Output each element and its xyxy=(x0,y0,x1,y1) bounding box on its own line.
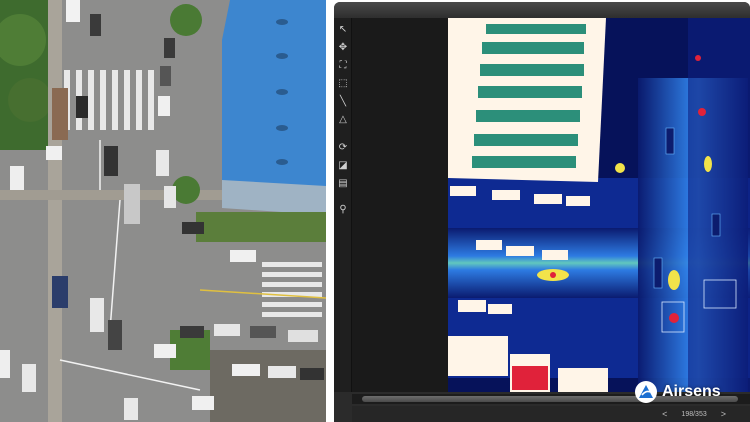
palette-icon[interactable]: ◪ xyxy=(336,158,350,172)
line-measure-icon[interactable]: ╲ xyxy=(336,94,350,108)
aerial-rgb-image xyxy=(0,0,326,422)
brand-logo: Airsens xyxy=(634,378,721,406)
pan-icon[interactable]: ✥ xyxy=(336,40,350,54)
image-pager: < 198/353 > xyxy=(352,406,750,422)
image-counter: 198/353 xyxy=(681,410,707,418)
aerial-photo-drawing xyxy=(0,0,326,422)
thermal-drawing xyxy=(448,18,750,392)
next-image-button[interactable]: > xyxy=(721,409,726,419)
airsens-logo-icon xyxy=(635,381,657,403)
brand-name: Airsens xyxy=(662,383,721,400)
tool-sidebar: ↖ ✥ ⛶ ⬚ ╲ △ ⟳ ◪ ▤ ⚲ xyxy=(334,18,352,392)
rotate-icon[interactable]: ⟳ xyxy=(336,140,350,154)
zoom-icon[interactable]: ⚲ xyxy=(336,202,350,216)
rectangle-select-icon[interactable]: ⬚ xyxy=(336,76,350,90)
color-bar-icon[interactable]: ▤ xyxy=(336,176,350,190)
thermal-image xyxy=(448,18,750,392)
image-canvas[interactable] xyxy=(352,18,750,392)
fit-screen-icon[interactable]: ⛶ xyxy=(336,58,350,72)
viewer-title-bar xyxy=(334,2,750,18)
thermal-viewer-window: ↖ ✥ ⛶ ⬚ ╲ △ ⟳ ◪ ▤ ⚲ < 198/353 > xyxy=(334,2,750,422)
page: ↖ ✥ ⛶ ⬚ ╲ △ ⟳ ◪ ▤ ⚲ < 198/353 > Airsens xyxy=(0,0,750,422)
pointer-icon[interactable]: ↖ xyxy=(336,22,350,36)
polygon-icon[interactable]: △ xyxy=(336,112,350,126)
previous-image-button[interactable]: < xyxy=(662,409,667,419)
